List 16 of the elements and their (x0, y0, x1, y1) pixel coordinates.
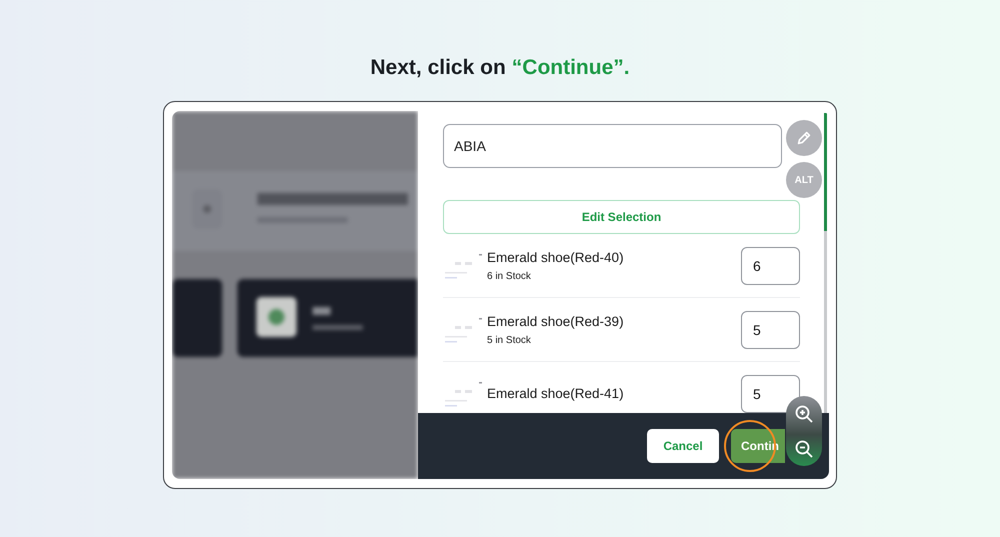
instruction-highlight: “Continue”. (512, 56, 630, 81)
zoom-out-icon[interactable] (794, 438, 814, 458)
edit-selection-button[interactable]: Edit Selection (443, 200, 800, 234)
quantity-field[interactable]: 5 (741, 310, 800, 348)
product-name: Emerald shoe(Red-39) (487, 314, 625, 328)
zoom-in-icon[interactable] (794, 404, 814, 424)
stock-count: 5 in Stock (487, 334, 532, 346)
product-name: Emerald shoe(Red-41) (487, 386, 625, 401)
pencil-icon (795, 129, 813, 147)
instruction-text: Next, click on (370, 56, 506, 81)
stock-count: 6 in Stock (487, 270, 532, 282)
quantity-field[interactable]: 6 (741, 246, 800, 284)
cancel-button[interactable]: Cancel (647, 429, 719, 463)
store-location-field[interactable]: ABIA (443, 124, 782, 168)
product-name: Emerald shoe(Red-40) (487, 250, 625, 264)
scrollbar-thumb[interactable] (824, 113, 827, 231)
